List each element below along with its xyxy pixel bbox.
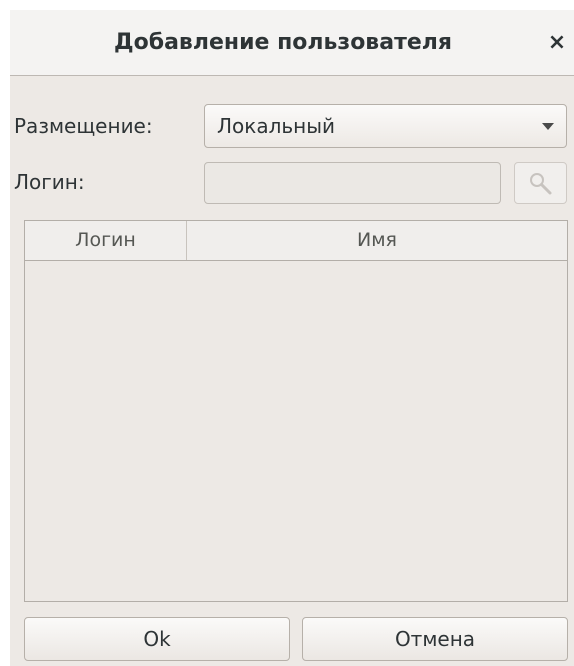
placement-combobox[interactable]: Локальный <box>204 104 567 148</box>
placement-value: Локальный <box>217 114 336 138</box>
placement-label: Размещение: <box>14 114 153 138</box>
dialog-title: Добавление пользователя <box>114 30 452 55</box>
add-user-dialog: Добавление пользователя × Размещение: Ло… <box>10 10 574 666</box>
login-label: Логин: <box>14 170 85 194</box>
title-bar: Добавление пользователя × <box>10 10 574 76</box>
search-icon <box>530 173 552 195</box>
close-icon: × <box>547 30 567 55</box>
search-button[interactable] <box>514 162 567 204</box>
ok-button[interactable]: Ok <box>24 617 290 661</box>
cancel-button[interactable]: Отмена <box>302 617 568 661</box>
close-button[interactable]: × <box>542 28 572 58</box>
chevron-down-icon <box>542 123 554 130</box>
list-header: Логин Имя <box>25 221 567 261</box>
users-list[interactable]: Логин Имя <box>24 220 568 602</box>
column-header-name[interactable]: Имя <box>187 221 567 260</box>
column-header-login[interactable]: Логин <box>25 221 187 260</box>
login-input[interactable] <box>204 162 501 204</box>
